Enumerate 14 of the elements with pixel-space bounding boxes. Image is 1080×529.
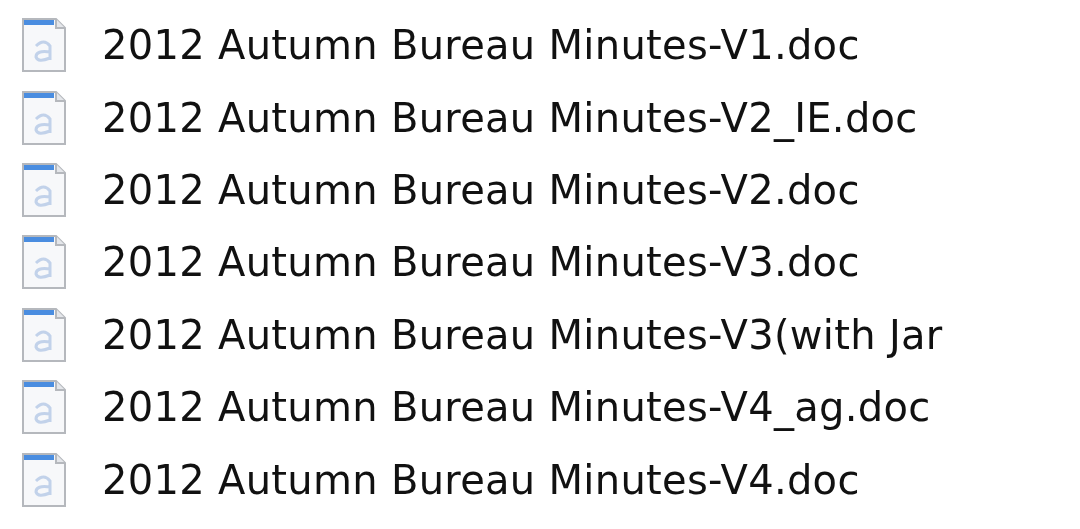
file-name[interactable]: 2012 Autumn Bureau Minutes-V2.doc (102, 166, 860, 213)
file-name[interactable]: 2012 Autumn Bureau Minutes-V4_ag.doc (102, 384, 931, 431)
document-icon (20, 16, 68, 75)
document-icon (20, 160, 68, 219)
document-icon (20, 450, 68, 509)
document-icon (20, 378, 68, 437)
document-icon (20, 88, 68, 147)
file-name[interactable]: 2012 Autumn Bureau Minutes-V3.doc (102, 239, 860, 286)
file-name[interactable]: 2012 Autumn Bureau Minutes-V2_IE.doc (102, 94, 918, 141)
document-icon (20, 305, 68, 364)
document-icon (20, 233, 68, 292)
file-name[interactable]: 2012 Autumn Bureau Minutes-V3(with Jar (102, 311, 943, 358)
file-name[interactable]: 2012 Autumn Bureau Minutes-V4.doc (102, 456, 860, 503)
file-name[interactable]: 2012 Autumn Bureau Minutes-V1.doc (102, 22, 860, 69)
